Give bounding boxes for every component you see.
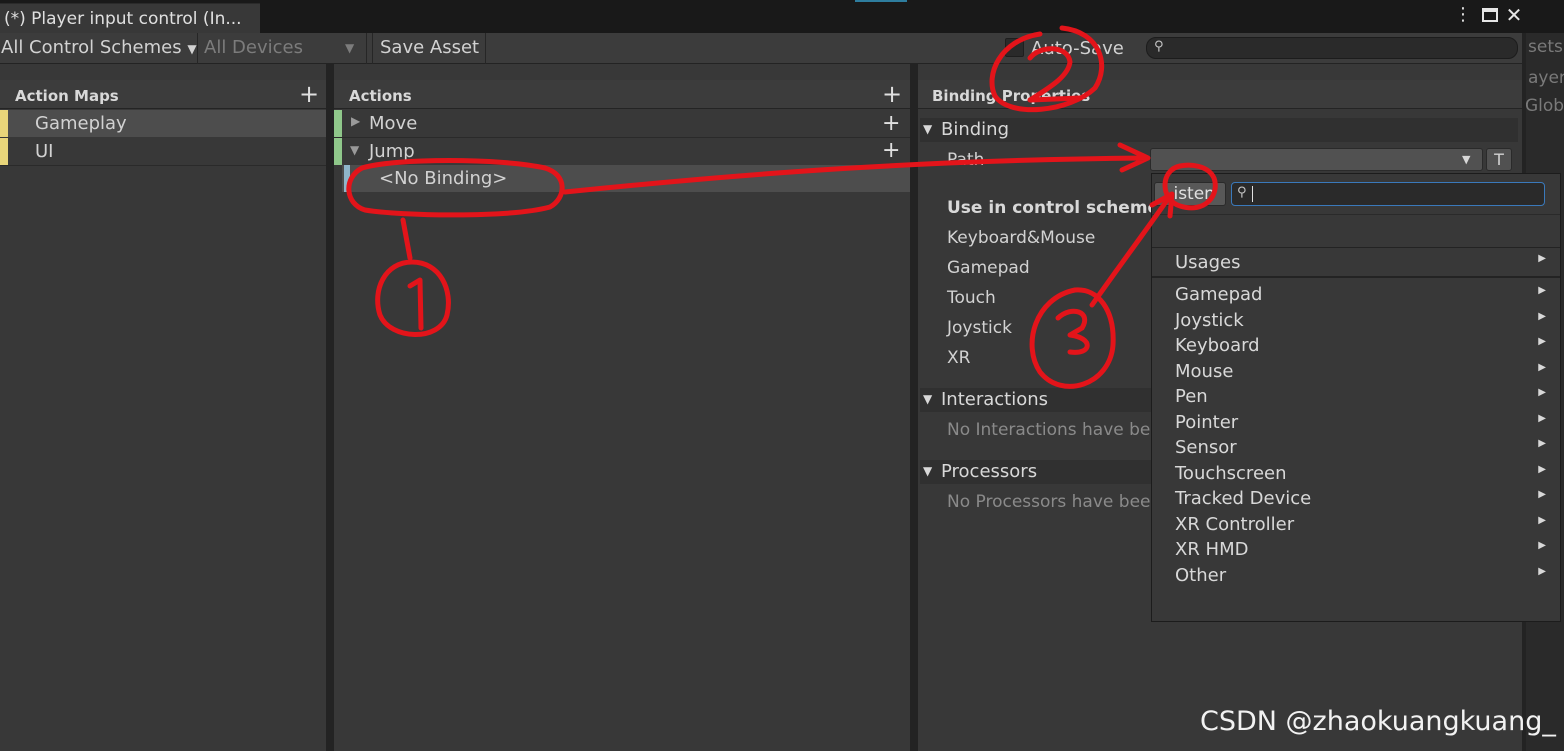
annotation-arrow-3 [1089, 191, 1175, 308]
annotation-ellipse-no-binding [346, 158, 565, 218]
annotation-digit-2 [1027, 46, 1083, 103]
annotation-digit-3 [1055, 308, 1090, 355]
annotation-circle-1 [375, 259, 451, 337]
annotation-overlay [346, 25, 1218, 389]
annotation-arrow-1 [562, 142, 1151, 195]
annotation-leader-1 [400, 217, 413, 261]
annotation-digit-1 [407, 277, 424, 331]
annotation-circle-3 [1029, 287, 1116, 389]
watermark: CSDN @zhaokuangkuang_ [1200, 706, 1556, 737]
